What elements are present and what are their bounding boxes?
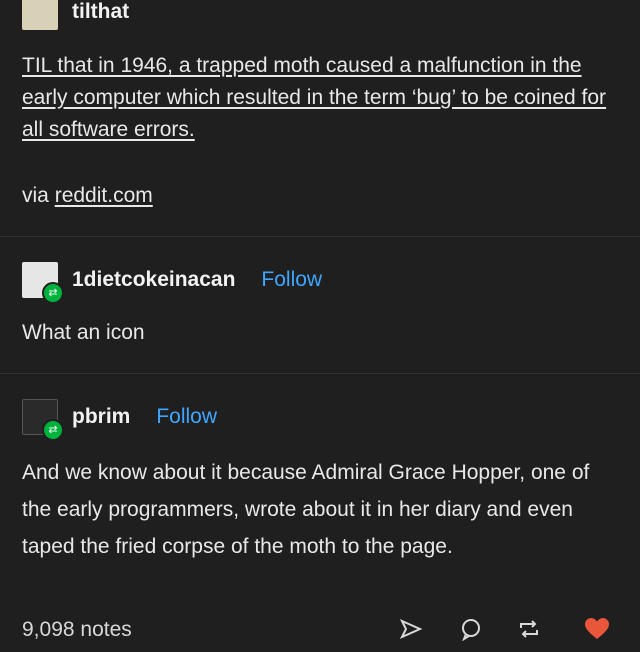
avatar[interactable]: ⇄ bbox=[22, 262, 64, 304]
post-body: What an icon bbox=[22, 321, 145, 344]
follow-button[interactable]: Follow bbox=[261, 268, 322, 292]
post-header: ⇄ pbrim Follow bbox=[22, 399, 217, 441]
source-line: via reddit.com bbox=[22, 180, 622, 212]
heart-icon[interactable] bbox=[584, 616, 610, 642]
reply-icon[interactable] bbox=[458, 616, 484, 642]
notes-count[interactable]: 9,098 notes bbox=[22, 618, 132, 642]
post-header: tilthat bbox=[22, 0, 129, 30]
follow-button[interactable]: Follow bbox=[156, 405, 217, 429]
username[interactable]: pbrim bbox=[72, 405, 130, 429]
share-icon[interactable] bbox=[398, 616, 424, 642]
post-footer: 9,098 notes bbox=[0, 612, 640, 652]
divider bbox=[0, 373, 640, 374]
source-link[interactable]: reddit.com bbox=[55, 184, 153, 207]
via-label: via bbox=[22, 184, 49, 207]
divider bbox=[0, 236, 640, 237]
reblog-badge-icon: ⇄ bbox=[42, 419, 64, 441]
username[interactable]: tilthat bbox=[72, 0, 129, 24]
post-body: And we know about it because Admiral Gra… bbox=[22, 461, 590, 558]
post-body: TIL that in 1946, a trapped moth caused … bbox=[22, 50, 622, 146]
reblog-badge-icon: ⇄ bbox=[42, 282, 64, 304]
username[interactable]: 1dietcokeinacan bbox=[72, 268, 235, 292]
avatar[interactable]: ⇄ bbox=[22, 399, 64, 441]
reblog-icon[interactable] bbox=[516, 616, 542, 642]
post-header: ⇄ 1dietcokeinacan Follow bbox=[22, 262, 322, 304]
post-text-link[interactable]: TIL that in 1946, a trapped moth caused … bbox=[22, 54, 606, 141]
avatar[interactable] bbox=[22, 0, 58, 30]
